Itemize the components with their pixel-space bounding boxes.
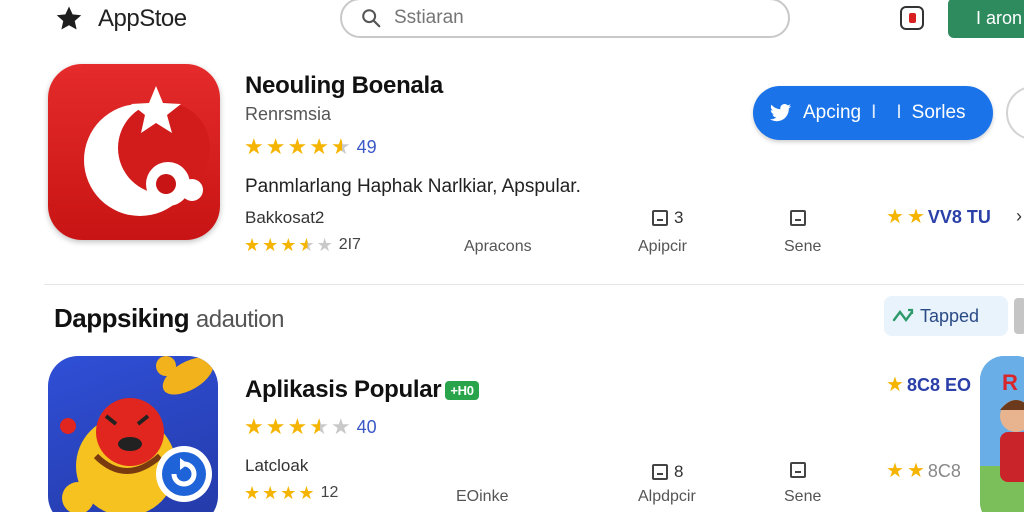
rating-value: 49	[356, 136, 377, 157]
star-icon: ★	[886, 460, 904, 482]
app-header: AppStoe I aron	[0, 0, 1024, 40]
star-icon: ★	[298, 483, 315, 503]
featured-small-rating: ★ ★ ★ ★ ★ 2I7	[244, 236, 361, 254]
svg-text:R: R	[1002, 370, 1018, 395]
game-character-icon: R	[980, 356, 1024, 512]
featured-side-rating: ★ ★ VV8 TU	[886, 206, 991, 228]
empty-star-icon: ★	[330, 414, 351, 439]
featured-rating: ★ ★ ★ ★ ★ 49	[244, 136, 377, 158]
featured-count-label: Apipcir	[638, 238, 687, 255]
popular-rating: ★ ★ ★ ★ ★ 40	[244, 416, 377, 438]
popular-side-rating: ★ 8C8 EO	[886, 374, 971, 396]
share-icon[interactable]	[790, 462, 806, 478]
featured-app-subtitle: Renrsmsia	[245, 104, 332, 124]
document-icon	[652, 210, 668, 226]
document-icon	[652, 464, 668, 480]
star-icon: ★	[886, 206, 904, 228]
featured-app-title[interactable]: Neouling Boenala	[245, 72, 443, 100]
search-bar[interactable]	[340, 0, 790, 38]
section-title: Dappsiking adaution	[54, 303, 284, 333]
login-button[interactable]: I aron	[948, 0, 1024, 38]
star-icon: ★	[906, 460, 925, 482]
logo-text: AppStoe	[98, 5, 187, 32]
star-icon: ★	[265, 134, 286, 159]
star-icon: ★	[262, 483, 279, 503]
star-icon: ★	[906, 206, 925, 228]
install-button[interactable]: Apcing I I Sorles	[753, 86, 993, 140]
share-icon[interactable]	[790, 210, 806, 226]
featured-category: Apracons	[464, 238, 532, 255]
popular-app-icon[interactable]	[48, 356, 218, 512]
popular-share-label[interactable]: Sene	[784, 488, 821, 506]
star-icon: ★	[244, 483, 261, 503]
featured-count: 3	[652, 208, 683, 228]
star-icon: ★	[262, 235, 279, 255]
star-icon: ★	[886, 374, 904, 396]
star-icon: ★	[280, 235, 297, 255]
popular-app-title[interactable]: Aplikasis Popular +H0	[245, 376, 479, 404]
half-star-icon: ★	[298, 235, 315, 255]
small-rating-value: 2I7	[338, 236, 361, 253]
star-icon: ★	[280, 483, 297, 503]
popular-count-label: Alpdpcir	[638, 488, 696, 505]
chip-edge	[1014, 298, 1024, 334]
popular-small-rating: ★ ★ ★ ★ 12	[244, 484, 338, 502]
star-icon: ★	[309, 134, 329, 159]
star-icon: ★	[244, 235, 261, 255]
small-rating-value: 12	[320, 484, 339, 501]
chevron-right-icon[interactable]: ›	[1016, 206, 1022, 227]
bird-icon	[770, 104, 791, 122]
half-star-icon: ★	[309, 414, 329, 439]
popular-count: 8	[652, 462, 683, 482]
emoji-game-icon	[60, 356, 214, 512]
new-badge: +H0	[445, 381, 479, 401]
tapped-chip[interactable]: Tapped	[884, 296, 1008, 336]
star-icon: ★	[287, 134, 308, 159]
half-star-icon: ★	[330, 134, 351, 159]
more-button[interactable]	[1006, 86, 1024, 140]
notification-icon[interactable]	[900, 6, 924, 30]
popular-tagline: Latcloak	[245, 456, 309, 475]
star-logo-icon	[56, 6, 82, 30]
star-icon: ★	[244, 414, 264, 439]
next-app-icon[interactable]: R	[980, 356, 1024, 512]
section-divider	[44, 284, 1024, 285]
featured-tagline: Bakkosat2	[245, 208, 325, 227]
featured-app-icon[interactable]	[48, 64, 220, 240]
popular-side-rating-2: ★ ★ 8C8	[886, 460, 961, 482]
logo[interactable]: AppStoe	[54, 4, 187, 34]
featured-description: Panmlarlang Haphak Narlkiar, Apspular.	[245, 176, 581, 197]
rating-value: 40	[356, 416, 377, 437]
empty-star-icon: ★	[316, 235, 333, 255]
star-icon: ★	[244, 134, 264, 159]
star-icon: ★	[287, 414, 308, 439]
shuffle-icon	[892, 308, 914, 322]
popular-category: EOinke	[456, 488, 509, 505]
featured-share-label[interactable]: Sene	[784, 238, 821, 256]
star-icon: ★	[265, 414, 286, 439]
search-icon	[362, 9, 381, 28]
search-input[interactable]	[394, 7, 754, 29]
crescent-star-icon	[84, 86, 210, 216]
